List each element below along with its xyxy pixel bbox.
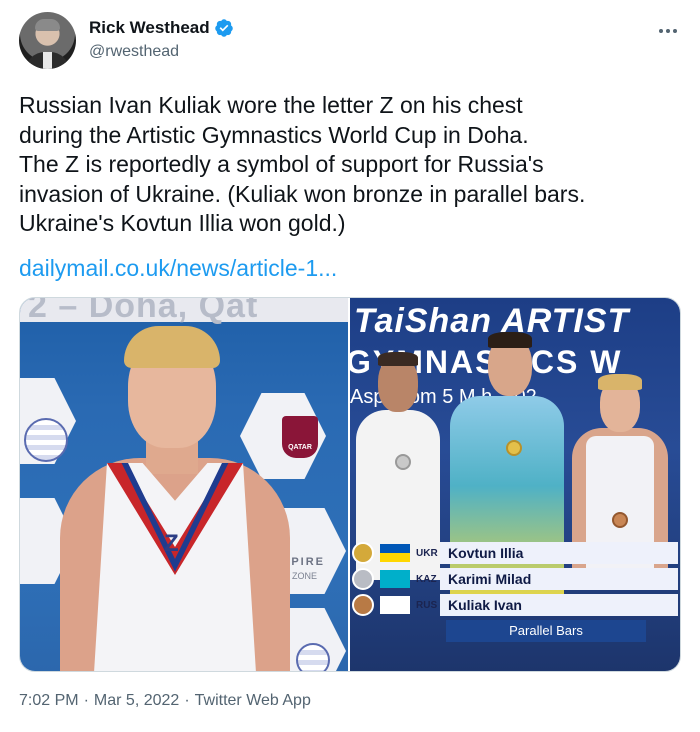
gold-medal-icon — [352, 542, 374, 564]
result-row: UKR Kovtun Illia — [352, 540, 678, 566]
tweet-line: Russian Ivan Kuliak wore the letter Z on… — [19, 92, 523, 118]
athlete-gold-hair — [488, 332, 532, 348]
tweet-metadata: 7:02 PM · Mar 5, 2022 · Twitter Web App — [19, 692, 311, 710]
dot-icon — [673, 29, 677, 33]
silver-medal-icon — [395, 454, 411, 470]
photo-podium[interactable]: TaiShan ARTIST GYMNASTICS W Aspi Dom 5 M… — [350, 298, 680, 671]
avatar[interactable] — [19, 12, 76, 69]
verified-badge-icon — [214, 19, 233, 37]
tweet-line: The Z is reportedly a symbol of support … — [19, 151, 544, 177]
more-options-icon[interactable] — [657, 22, 679, 40]
bronze-medal-icon — [612, 512, 628, 528]
athlete-bronze-hair — [598, 374, 642, 390]
gold-medal-icon — [506, 440, 522, 456]
fig-globe-logo-icon — [296, 643, 330, 671]
event-label: Parallel Bars — [446, 620, 646, 642]
tweet-date[interactable]: Mar 5, 2022 — [94, 692, 179, 709]
handle[interactable]: @rwesthead — [89, 43, 179, 61]
display-name[interactable]: Rick Westhead — [89, 18, 210, 38]
results-board: UKR Kovtun Illia KAZ Karimi Milad RUS Ku… — [352, 540, 678, 618]
name-row: Rick Westhead — [89, 18, 234, 38]
neutral-flag-icon — [380, 596, 410, 614]
dot-icon — [666, 29, 670, 33]
athlete-hair — [124, 326, 220, 368]
tweet-line: invasion of Ukraine. (Kuliak won bronze … — [19, 180, 586, 207]
athlete-silver-hair — [378, 352, 418, 366]
tweet-text: Russian Ivan Kuliak wore the letter Z on… — [19, 91, 683, 239]
avatar-shirt — [43, 52, 52, 69]
chest-letter: Z — [164, 530, 179, 557]
dot-icon — [659, 29, 663, 33]
kazakhstan-flag-icon — [380, 570, 410, 588]
venue-banner: 2 – Doha, Qat — [20, 298, 348, 325]
qatar-logo: QATAR — [282, 416, 318, 458]
separator: · — [83, 692, 89, 709]
silver-medal-icon — [352, 568, 374, 590]
bronze-medal-icon — [352, 594, 374, 616]
photo-kuliak[interactable]: 2 – Doha, Qat QATAR SPIRE ZONE Z — [20, 298, 348, 671]
separator: · — [184, 692, 190, 709]
tweet-line: Ukraine's Kovtun Illia won gold.) — [19, 210, 346, 236]
athlete-name: Karimi Milad — [440, 568, 678, 590]
tweet-source[interactable]: Twitter Web App — [195, 692, 311, 709]
country-code: KAZ — [416, 573, 437, 585]
aspire-logo-sub: ZONE — [292, 571, 318, 581]
tweet-line: during the Artistic Gymnastics World Cup… — [19, 121, 529, 148]
country-code: UKR — [416, 547, 438, 559]
avatar-hair — [35, 19, 60, 31]
ukraine-flag-icon — [380, 544, 410, 562]
athlete-name: Kuliak Ivan — [440, 594, 678, 616]
tweet-header: Rick Westhead @rwesthead — [19, 12, 681, 70]
media-grid: 2 – Doha, Qat QATAR SPIRE ZONE Z TaiShan… — [19, 297, 681, 672]
athlete-name: Kovtun Illia — [440, 542, 678, 564]
article-link[interactable]: dailymail.co.uk/news/article-1... — [19, 254, 337, 283]
fig-globe-logo-icon — [24, 418, 68, 462]
result-row: RUS Kuliak Ivan — [352, 592, 678, 618]
tweet-time[interactable]: 7:02 PM — [19, 692, 79, 709]
result-row: KAZ Karimi Milad — [352, 566, 678, 592]
country-code: RUS — [416, 599, 438, 611]
